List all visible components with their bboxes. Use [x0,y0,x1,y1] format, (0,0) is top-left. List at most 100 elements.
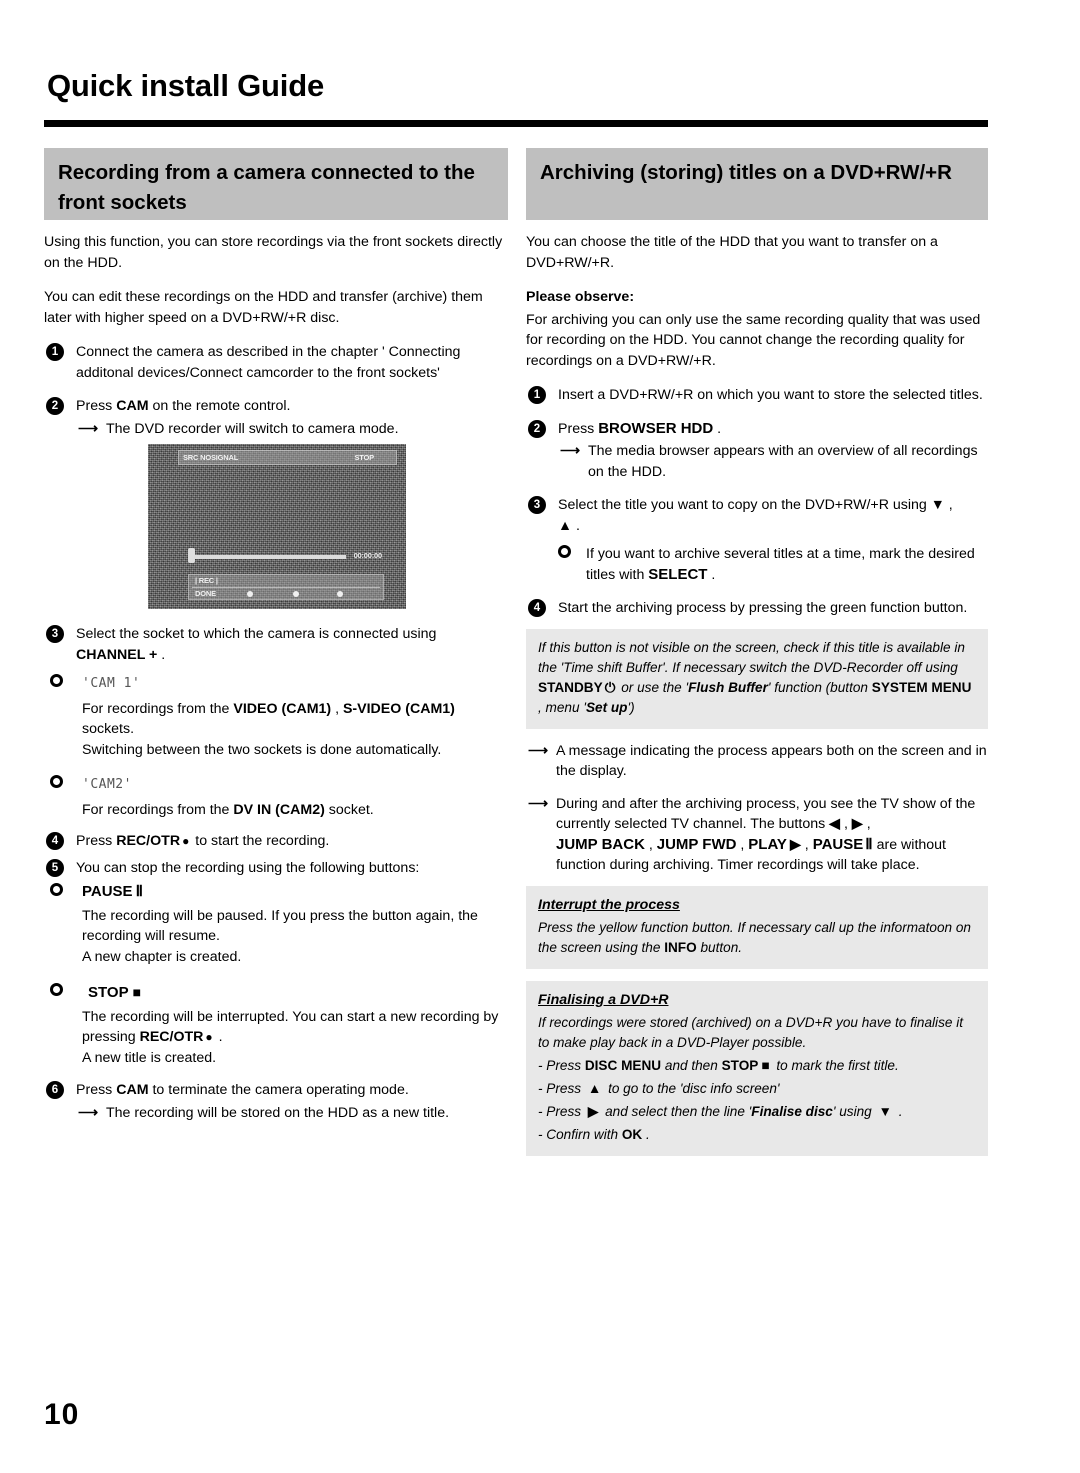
left-column-lower: 3 Select the socket to which the camera … [44,624,508,1136]
title-rule [44,120,988,127]
left-step-4: 4 Press REC/OTR ● to start the recording. [44,831,508,852]
button-play[interactable]: PLAY [748,836,787,853]
item-pre: - Confirn with [538,1126,622,1142]
cam1-text-pre: For recordings from the [82,700,234,717]
select-text-post: . [707,566,716,583]
step-text: Select the socket to which the camera is… [76,624,508,665]
step-text-post: . [572,517,580,534]
finalise-item-2: - Press ▲ to go to the 'disc info screen… [538,1079,976,1099]
page-number: 10 [44,1398,80,1431]
document-page: Quick install Guide Recording from a cam… [0,0,1080,1473]
cam1-text-mid: , [331,700,343,717]
step-text-mid: , [944,497,953,513]
stop-description: The recording will be interrupted. You c… [44,1007,508,1069]
step-text-pre: Select the socket to which the camera is… [76,626,437,642]
right-step-4: 4 Start the archiving process by pressin… [526,598,988,619]
left-step-6: 6 Press CAM to terminate the camera oper… [44,1080,508,1123]
circle-bullet-icon [50,883,63,896]
lcd-label-cam1: 'CAM 1' [82,676,141,691]
step-text: Press CAM on the remote control. [76,396,508,417]
item-post: to go to the 'disc info screen' [604,1080,780,1096]
arrow-down-icon: ▼ [930,497,945,513]
osd-top-bar: SRC NOSIGNAL STOP [178,450,397,465]
item-pre: - Press [538,1080,585,1096]
button-system-menu[interactable]: SYSTEM MENU [872,680,972,695]
progress-line [194,555,346,559]
button-pause[interactable]: PAUSE [82,883,133,900]
button-disc-menu[interactable]: DISC MENU [585,1058,661,1073]
step-text-pre: Select the title you want to copy on the… [558,497,931,513]
button-cam[interactable]: CAM [116,398,148,414]
step-text-pre: Press [558,420,599,437]
please-observe-text: For archiving you can only use the same … [526,311,981,369]
arrow-right-glyph-icon: ▶ [587,1103,599,1119]
left-intro-1: Using this function, you can store recor… [44,234,503,271]
arrow-text-pre: During and after the archiving process, … [556,795,976,833]
step-text: Press REC/OTR ● to start the recording. [76,831,508,852]
button-pause[interactable]: PAUSE [813,836,864,853]
section-header-right: Archiving (storing) titles on a DVD+RW/+… [526,148,988,220]
finalise-disc-label: Finalise disc [751,1103,833,1119]
note-interrupt-text-pre: Press the yellow function button. If nec… [538,919,971,955]
step-text: Start the archiving process by pressing … [558,600,968,616]
left-column: Using this function, you can store recor… [44,232,508,452]
play-icon: ▶ [789,836,801,853]
note-flush-buffer: If this button is not visible on the scr… [526,628,988,729]
step-text: You can stop the recording using the fol… [76,859,420,876]
step-text-pre: Press [76,1082,117,1098]
archiving-buttons-note: ⟶ During and after the archiving process,… [526,794,988,876]
button-jump-back[interactable]: JUMP BACK [556,836,645,853]
button-browser-hdd[interactable]: BROWSER HDD [598,420,713,437]
item-pre: - Press [538,1057,585,1073]
step-text-post: . [157,646,166,663]
socket-video-cam1: VIDEO (CAM1) [233,700,332,717]
button-channel-plus[interactable]: CHANNEL + [76,647,157,663]
comma-1: , [840,816,852,832]
arrow-up-icon: ▲ [558,517,573,534]
item-post: to mark the first title. [772,1057,899,1073]
button-stop[interactable]: STOP [722,1058,759,1073]
pause-text-1: The recording will be paused. If you pre… [82,907,478,945]
item-pre: - Press [538,1103,585,1119]
osd-source-label: SRC NOSIGNAL [183,453,239,462]
osd-status-label: STOP [354,453,375,462]
button-jump-fwd[interactable]: JUMP FWD [657,836,737,853]
comma-4: , [736,836,749,853]
step-arrow-note: ⟶ The recording will be stored on the HDD… [76,1103,508,1124]
step-number: 3 [528,496,546,514]
osd-bottom-bar: | REC | DONE [188,574,384,600]
note-finalise-heading: Finalising a DVD+R [538,991,669,1008]
socket-dv-in-cam2: DV IN (CAM2) [233,801,325,818]
circle-bullet-icon [50,775,63,788]
right-step-2: 2 Press BROWSER HDD . ⟶ The media browser… [526,419,988,483]
button-stop[interactable]: STOP [82,984,129,1001]
osd-marker-dot [293,591,299,597]
button-rec-otr[interactable]: REC/OTR [140,1029,204,1045]
finalise-item-3: - Press ▶ and select then the line 'Fina… [538,1102,976,1122]
button-rec-otr[interactable]: REC/OTR [116,833,180,849]
step-text-post: . [713,420,722,437]
step-text: Press CAM to terminate the camera operat… [76,1080,508,1101]
pause-description: The recording will be paused. If you pre… [44,906,508,968]
left-step-1: 1 Connect the camera as described in the… [44,342,508,383]
osd-marker-dot [337,591,343,597]
pause-icon: Ⅱ [865,835,873,853]
button-info[interactable]: INFO [664,940,696,955]
step-text-pre: Press [76,833,117,849]
cam2-description: For recordings from the DV IN (CAM2) soc… [44,800,508,821]
button-standby[interactable]: STANDBY [538,680,603,695]
circle-bullet-icon [50,674,63,687]
button-select[interactable]: SELECT [648,566,707,583]
stop-text-post: . [214,1029,223,1045]
right-intro: You can choose the title of the HDD that… [526,234,938,271]
flush-buffer-label: Flush Buffer [688,679,768,695]
step-number: 5 [46,858,64,877]
left-step-3: 3 Select the socket to which the camera … [44,624,508,665]
note-flush-line1: If this button is not visible on the scr… [538,639,965,675]
step-number: 4 [528,599,546,617]
step-text-post: on the remote control. [148,398,291,414]
comma-2: , [862,816,871,832]
button-ok[interactable]: OK [622,1127,642,1142]
button-cam[interactable]: CAM [116,1082,148,1098]
step-number: 4 [46,832,64,850]
